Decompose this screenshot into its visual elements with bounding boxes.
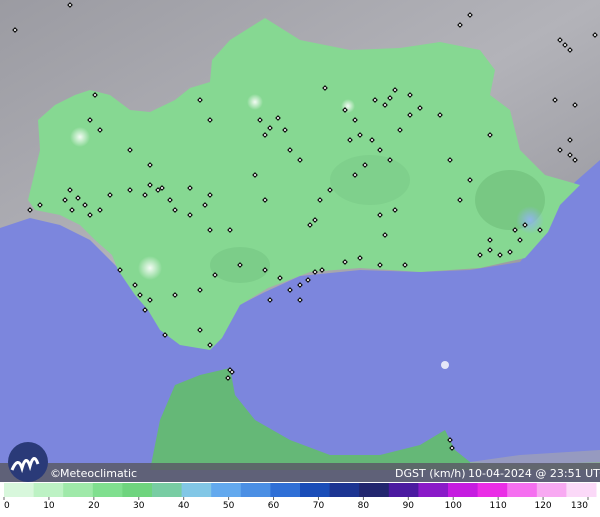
legend-swatch	[240, 483, 271, 497]
legend-tick-label: 0	[4, 501, 10, 511]
brand-name: Meteoclimatic	[60, 467, 137, 480]
map-canvas: © Meteoclimatic DGST (km/h) 10-04-2024 @…	[0, 0, 600, 517]
legend-swatch	[477, 483, 508, 497]
legend-color-bar	[4, 483, 597, 497]
legend-tick-label: 90	[403, 501, 415, 511]
legend-tick-label: 130	[571, 501, 588, 511]
variable-label: DGST (km/h)	[395, 467, 466, 480]
glow-spot	[247, 94, 263, 110]
legend-swatch	[152, 483, 183, 497]
legend-tick-label: 30	[133, 501, 145, 511]
legend-swatch	[4, 483, 35, 497]
legend-swatch	[566, 483, 597, 497]
legend-swatch	[92, 483, 123, 497]
legend-swatch	[536, 483, 567, 497]
meteoclimatic-logo-icon	[8, 442, 48, 482]
terrain-patch	[330, 155, 410, 205]
legend-swatch	[418, 483, 449, 497]
legend-tick-label: 80	[358, 501, 370, 511]
legend-swatch	[359, 483, 390, 497]
timestamp: 10-04-2024 @ 23:51 UTC	[468, 467, 600, 480]
legend-swatch	[507, 483, 538, 497]
glow-spot	[70, 127, 90, 147]
legend-tick-label: 40	[178, 501, 190, 511]
legend-swatch	[329, 483, 360, 497]
legend-tick-label: 60	[268, 501, 280, 511]
legend-swatch	[122, 483, 153, 497]
legend-tick-label: 100	[445, 501, 462, 511]
legend-swatch	[211, 483, 242, 497]
legend-swatch	[63, 483, 94, 497]
legend-swatch	[181, 483, 212, 497]
legend-tick-label: 10	[43, 501, 55, 511]
legend-swatch	[270, 483, 301, 497]
wind-gust-map: © Meteoclimatic DGST (km/h) 10-04-2024 @…	[0, 0, 600, 517]
legend-swatch	[448, 483, 479, 497]
legend-swatch	[33, 483, 64, 497]
legend-swatch	[300, 483, 331, 497]
legend-tick-label: 20	[88, 501, 100, 511]
legend-swatch	[388, 483, 419, 497]
legend-tick-label: 110	[490, 501, 507, 511]
legend-tick-label: 70	[313, 501, 325, 511]
legend-tick-label: 120	[534, 501, 551, 511]
glow-spot	[138, 256, 162, 280]
legend-tick-label: 50	[223, 501, 235, 511]
island	[441, 361, 449, 369]
